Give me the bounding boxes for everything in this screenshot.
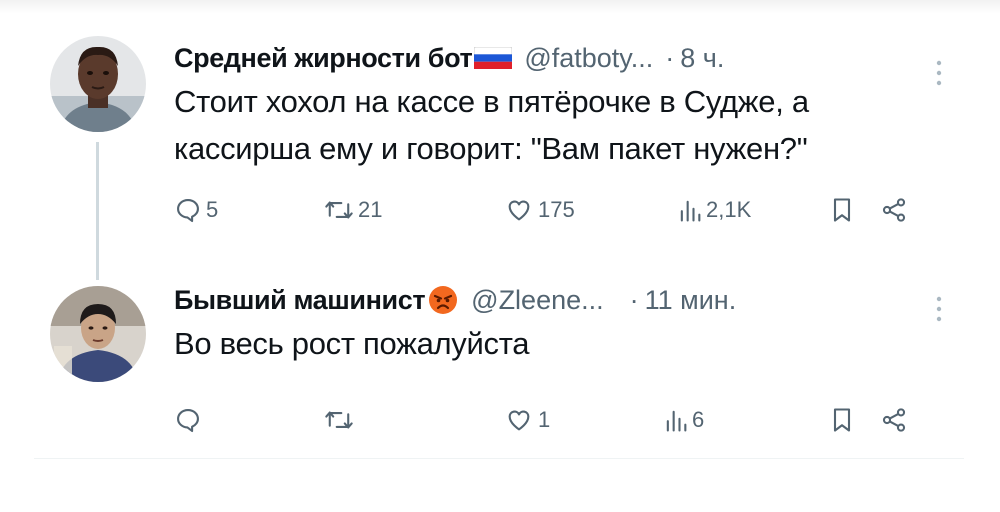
tweet-text-line: Во весь рост пожалуйста	[174, 326, 530, 361]
angry-face-icon	[429, 286, 458, 314]
repost-icon	[325, 201, 353, 219]
author-name[interactable]: Средней жирности бот	[174, 40, 473, 76]
views-chart-icon	[680, 200, 701, 222]
like-count: 1	[538, 407, 551, 432]
views-button[interactable]: 2,1K	[678, 196, 751, 224]
reply-icon	[177, 409, 199, 433]
russia-flag-icon	[474, 47, 513, 69]
reply-count: 5	[206, 197, 219, 222]
views-button[interactable]: 6	[664, 406, 704, 434]
bookmark-icon	[833, 198, 851, 222]
tweet[interactable]: Средней жирности бот @fatboty... · 8 ч. …	[0, 36, 1000, 246]
separator-dot: ·	[665, 43, 675, 73]
tweet-text-line: кассирша ему и говорит: "Вам пакет нужен…	[174, 131, 808, 166]
reply-button[interactable]: 5	[174, 196, 218, 224]
timestamp[interactable]: 8 ч.	[680, 40, 724, 76]
tweet-actions: 5 21 175 2,1K	[174, 196, 934, 236]
bookmark-button[interactable]	[830, 196, 854, 224]
repost-button[interactable]: 21	[324, 196, 382, 224]
reply-button[interactable]	[174, 406, 206, 434]
more-options-icon[interactable]	[934, 58, 944, 88]
share-icon	[882, 198, 906, 222]
view-count: 6	[692, 407, 705, 432]
author-handle[interactable]: @Zleene...	[471, 282, 603, 318]
bookmark-icon	[833, 408, 851, 432]
like-button[interactable]: 175	[504, 196, 575, 224]
tweet-content: Бывший машинист @Zleene... · 11 мин. Во …	[174, 282, 944, 367]
repost-button[interactable]	[324, 406, 358, 434]
author-handle[interactable]: @fatboty...	[524, 40, 653, 76]
tweet-text: Во весь рост пожалуйста	[174, 320, 944, 367]
bookmark-button[interactable]	[830, 406, 854, 434]
tweet-header: Бывший машинист @Zleene... · 11 мин.	[174, 282, 944, 318]
share-icon	[882, 408, 906, 432]
views-chart-icon	[666, 410, 687, 432]
timestamp[interactable]: 11 мин.	[645, 282, 737, 318]
heart-icon	[508, 200, 530, 221]
tweet-text-line: Стоит хохол на кассе в пятёрочке в Судже…	[174, 84, 809, 119]
tweet-text: Стоит хохол на кассе в пятёрочке в Судже…	[174, 78, 944, 172]
heart-icon	[508, 410, 530, 431]
like-count: 175	[538, 197, 575, 222]
divider	[34, 458, 964, 459]
view-count: 2,1K	[706, 197, 752, 222]
share-button[interactable]	[880, 406, 908, 434]
author-name[interactable]: Бывший машинист	[174, 282, 426, 318]
tweet-header: Средней жирности бот @fatboty... · 8 ч.	[174, 40, 944, 76]
separator-dot: ·	[629, 285, 639, 315]
tweet-actions: 1 6	[174, 406, 934, 446]
share-button[interactable]	[880, 196, 908, 224]
repost-count: 21	[358, 197, 383, 222]
tweet-content: Средней жирности бот @fatboty... · 8 ч. …	[174, 40, 944, 172]
repost-icon	[325, 411, 353, 429]
like-button[interactable]: 1	[504, 406, 550, 434]
more-options-icon[interactable]	[934, 294, 944, 324]
avatar[interactable]	[50, 36, 146, 132]
avatar[interactable]	[50, 286, 146, 382]
reply-icon	[177, 199, 199, 223]
tweet[interactable]: Бывший машинист @Zleene... · 11 мин. Во …	[0, 282, 1000, 452]
top-shadow	[0, 0, 1000, 14]
